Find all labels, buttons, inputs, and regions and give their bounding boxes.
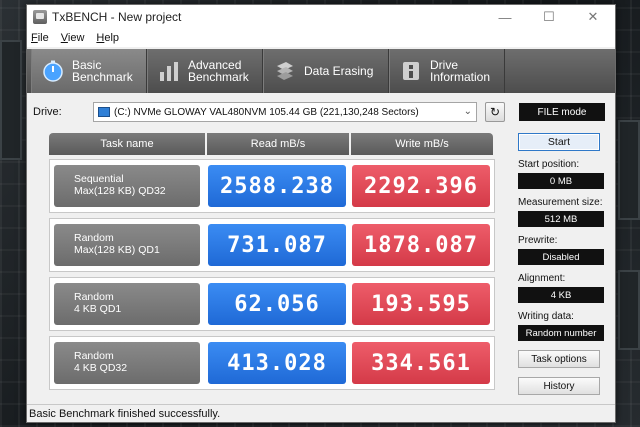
menu-view[interactable]: View xyxy=(61,32,85,44)
start-position-label: Start position: xyxy=(518,159,580,170)
task-line: Max(128 KB) QD32 xyxy=(74,185,166,197)
background-chip xyxy=(618,120,640,220)
start-position-value: 0 MB xyxy=(518,173,604,189)
bar-chart-icon xyxy=(158,60,180,82)
background-chip xyxy=(618,270,640,350)
drive-info-icon xyxy=(400,60,422,82)
prewrite-value: Disabled xyxy=(518,249,604,265)
alignment-value: 4 KB xyxy=(518,287,604,303)
table-row: Random 4 KB QD1 62.056 193.595 xyxy=(49,277,495,331)
measurement-size-label: Measurement size: xyxy=(518,197,603,208)
measurement-size-value: 512 MB xyxy=(518,211,604,227)
task-options-label: Task options xyxy=(531,353,587,365)
header-task-name: Task name xyxy=(49,133,205,155)
window-title: TxBENCH - New project xyxy=(52,10,182,24)
table-row: Random 4 KB QD32 413.028 334.561 xyxy=(49,336,495,390)
start-button[interactable]: Start xyxy=(518,133,600,151)
task-line: Sequential xyxy=(74,173,124,185)
task-name-cell[interactable]: Random 4 KB QD1 xyxy=(54,283,200,325)
writing-data-label: Writing data: xyxy=(518,311,574,322)
table-header: Task name Read mB/s Write mB/s xyxy=(49,133,495,155)
write-value: 334.561 xyxy=(352,342,490,384)
read-value: 62.056 xyxy=(208,283,346,325)
task-name-cell[interactable]: Random 4 KB QD32 xyxy=(54,342,200,384)
results-table: Task name Read mB/s Write mB/s Sequentia… xyxy=(49,133,495,390)
task-options-button[interactable]: Task options xyxy=(518,350,600,368)
app-icon xyxy=(33,10,47,24)
menu-help[interactable]: Help xyxy=(96,32,119,44)
status-bar: Basic Benchmark finished successfully. xyxy=(27,404,615,422)
tab-label: Advanced Benchmark xyxy=(188,58,249,84)
task-line: Random xyxy=(74,232,114,244)
drive-row: Drive: (C:) NVMe GLOWAY VAL480NVM 105.44… xyxy=(33,101,605,123)
drive-icon xyxy=(98,107,110,117)
write-value: 193.595 xyxy=(352,283,490,325)
main-toolbar: Basic Benchmark Advanced Benchmark Data … xyxy=(27,49,615,93)
refresh-button[interactable]: ↻ xyxy=(485,102,505,122)
app-window: TxBENCH - New project — ☐ ✕ File View He… xyxy=(26,4,616,423)
read-value: 413.028 xyxy=(208,342,346,384)
alignment-label: Alignment: xyxy=(518,273,566,284)
drive-label: Drive: xyxy=(33,106,62,118)
read-value: 2588.238 xyxy=(208,165,346,207)
task-line: Max(128 KB) QD1 xyxy=(74,244,160,256)
drive-selected-value: (C:) NVMe GLOWAY VAL480NVM 105.44 GB (22… xyxy=(114,106,419,118)
refresh-icon: ↻ xyxy=(489,105,501,119)
write-value: 1878.087 xyxy=(352,224,490,266)
task-name-cell[interactable]: Sequential Max(128 KB) QD32 xyxy=(54,165,200,207)
header-read: Read mB/s xyxy=(207,133,349,155)
write-value: 2292.396 xyxy=(352,165,490,207)
task-line: 4 KB QD1 xyxy=(74,303,122,315)
task-line: 4 KB QD32 xyxy=(74,362,128,374)
tab-label: Basic Benchmark xyxy=(72,58,133,84)
task-name-cell[interactable]: Random Max(128 KB) QD1 xyxy=(54,224,200,266)
writing-data-value: Random number xyxy=(518,325,604,341)
task-line: Random xyxy=(74,291,114,303)
minimize-icon[interactable]: — xyxy=(483,5,527,29)
menu-bar: File View Help xyxy=(27,29,615,47)
file-mode-badge: FILE mode xyxy=(519,103,605,121)
history-label: History xyxy=(543,380,575,392)
eraser-icon xyxy=(274,60,296,82)
menu-file[interactable]: File xyxy=(31,32,49,44)
prewrite-label: Prewrite: xyxy=(518,235,558,246)
chevron-down-icon: ⌄ xyxy=(463,106,472,117)
status-text: Basic Benchmark finished successfully. xyxy=(29,407,221,420)
settings-panel: Start Start position: 0 MB Measurement s… xyxy=(518,133,604,395)
tab-drive-information[interactable]: Drive Information xyxy=(389,49,505,93)
header-write: Write mB/s xyxy=(351,133,493,155)
task-line: Random xyxy=(74,350,114,362)
tab-basic-benchmark[interactable]: Basic Benchmark xyxy=(31,49,147,93)
drive-select[interactable]: (C:) NVMe GLOWAY VAL480NVM 105.44 GB (22… xyxy=(93,102,477,122)
tab-data-erasing[interactable]: Data Erasing xyxy=(263,49,389,93)
tab-advanced-benchmark[interactable]: Advanced Benchmark xyxy=(147,49,263,93)
window-controls: — ☐ ✕ xyxy=(483,5,615,29)
main-content: Drive: (C:) NVMe GLOWAY VAL480NVM 105.44… xyxy=(27,93,615,423)
close-icon[interactable]: ✕ xyxy=(571,5,615,29)
tab-label: Data Erasing xyxy=(304,64,374,78)
title-bar[interactable]: TxBENCH - New project — ☐ ✕ xyxy=(27,5,615,29)
table-row: Sequential Max(128 KB) QD32 2588.238 229… xyxy=(49,159,495,213)
read-value: 731.087 xyxy=(208,224,346,266)
table-row: Random Max(128 KB) QD1 731.087 1878.087 xyxy=(49,218,495,272)
maximize-icon[interactable]: ☐ xyxy=(527,5,571,29)
history-button[interactable]: History xyxy=(518,377,600,395)
background-chip xyxy=(0,40,22,160)
tab-label: Drive Information xyxy=(430,58,491,84)
stopwatch-icon xyxy=(42,60,64,82)
